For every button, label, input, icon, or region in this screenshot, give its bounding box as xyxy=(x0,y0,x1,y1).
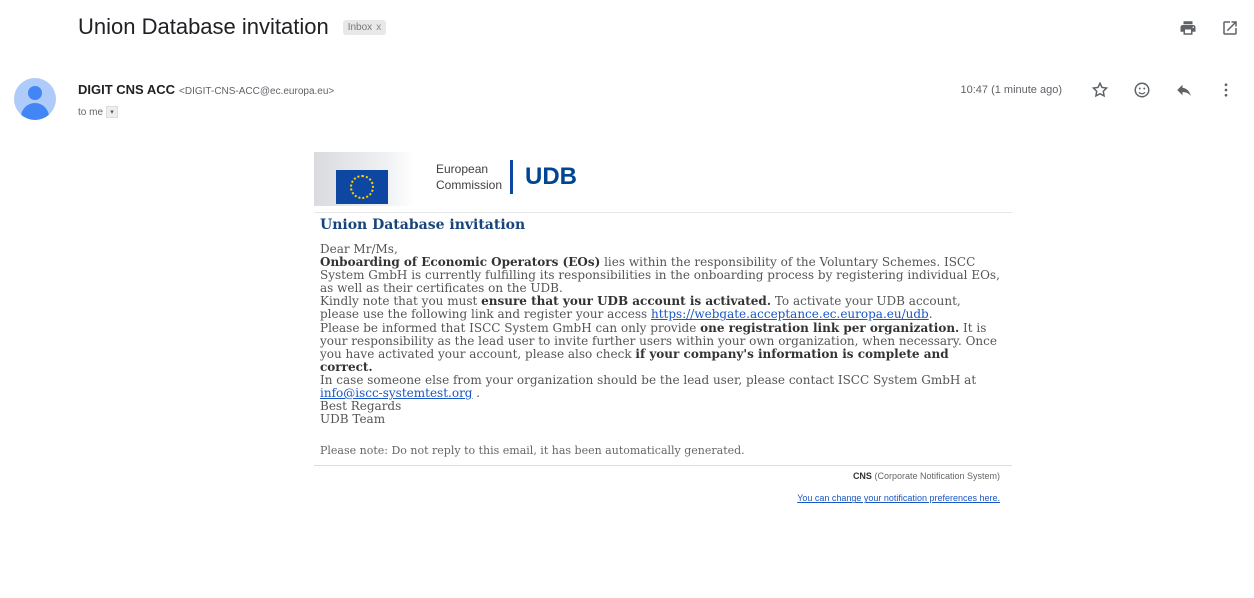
notification-preferences-link[interactable]: You can change your notification prefere… xyxy=(797,493,1000,503)
avatar-body xyxy=(21,103,49,120)
email-body: European Commission UDB Union Database i… xyxy=(314,146,1012,503)
cns-rest: (Corporate Notification System) xyxy=(871,471,1000,482)
p3-bold: one registration link per organization. xyxy=(700,320,960,335)
ec-wordmark-line1: European xyxy=(436,162,489,176)
sender-avatar[interactable] xyxy=(14,78,56,120)
emoji-icon[interactable] xyxy=(1132,80,1152,100)
closing-line-2: UDB Team xyxy=(320,412,386,427)
divider xyxy=(314,212,1012,213)
contact-email-link[interactable]: info@iscc-systemtest.org xyxy=(320,386,472,400)
p1-bold: Onboarding of Economic Operators (EOs) xyxy=(320,255,601,270)
reply-icon[interactable] xyxy=(1174,80,1194,100)
inbox-label-chip[interactable]: Inbox x xyxy=(342,19,387,35)
message-meta: 10:47 (1 minute ago) xyxy=(960,80,1236,100)
banner-divider xyxy=(510,160,514,194)
paragraph-4: In case someone else from your organizat… xyxy=(320,372,1000,401)
ec-wordmark: European Commission xyxy=(436,161,502,193)
activation-link[interactable]: https://webgate.acceptance.ec.europa.eu/… xyxy=(651,307,929,321)
closing-line-1: Best Regards xyxy=(320,399,402,414)
eu-stars-icon xyxy=(350,175,374,199)
auto-generated-note: Please note: Do not reply to this email,… xyxy=(320,444,745,458)
udb-product-name: UDB xyxy=(525,163,578,190)
print-icon[interactable] xyxy=(1178,18,1198,38)
show-details-button[interactable]: ▾ xyxy=(106,106,119,118)
sender-line: DIGIT CNS ACC <DIGIT-CNS-ACC@ec.europa.e… xyxy=(78,82,334,97)
top-actions xyxy=(1178,18,1240,38)
p2-end: . xyxy=(928,307,933,322)
paragraph-2: Kindly note that you must ensure that yo… xyxy=(320,295,1000,321)
timestamp: 10:47 (1 minute ago) xyxy=(960,84,1062,96)
p2-bold: ensure that your UDB account is activate… xyxy=(481,294,772,309)
p4-end: . xyxy=(472,386,481,401)
email-subject: Union Database invitation xyxy=(78,14,329,39)
more-vert-icon[interactable] xyxy=(1216,80,1236,100)
preferences-footer: You can change your notification prefere… xyxy=(314,493,1012,503)
p3-pre: Please be informed that ISCC System GmbH… xyxy=(320,320,701,335)
cns-footer: CNS (Corporate Notification System) xyxy=(314,471,1012,481)
sender-name[interactable]: DIGIT CNS ACC xyxy=(78,82,175,97)
cns-bold: CNS xyxy=(852,471,872,482)
p4-pre: In case someone else from your organizat… xyxy=(320,372,977,387)
sender-email: <DIGIT-CNS-ACC@ec.europa.eu> xyxy=(179,86,335,97)
ec-wordmark-line2: Commission xyxy=(436,178,503,192)
p2-pre: Kindly note that you must xyxy=(320,294,482,309)
label-name: Inbox xyxy=(347,21,373,33)
remove-label-button[interactable]: x xyxy=(376,22,381,33)
message-text: Dear Mr/Ms, Onboarding of Economic Opera… xyxy=(320,242,1000,427)
open-in-new-icon[interactable] xyxy=(1220,18,1240,38)
avatar-head xyxy=(28,86,42,100)
recipient-text: to me xyxy=(78,106,104,118)
paragraph-1: Onboarding of Economic Operators (EOs) l… xyxy=(320,256,1000,295)
paragraph-3: Please be informed that ISCC System GmbH… xyxy=(320,320,1000,374)
recipient-line: to me ▾ xyxy=(78,106,119,118)
message-actions xyxy=(1090,80,1236,100)
star-icon[interactable] xyxy=(1090,80,1110,100)
ec-banner: European Commission UDB xyxy=(314,146,1012,208)
ec-logo xyxy=(314,148,414,206)
email-header: Union Database invitation Inbox x xyxy=(78,14,387,40)
message-title: Union Database invitation xyxy=(320,217,526,233)
footer-divider xyxy=(314,465,1012,467)
